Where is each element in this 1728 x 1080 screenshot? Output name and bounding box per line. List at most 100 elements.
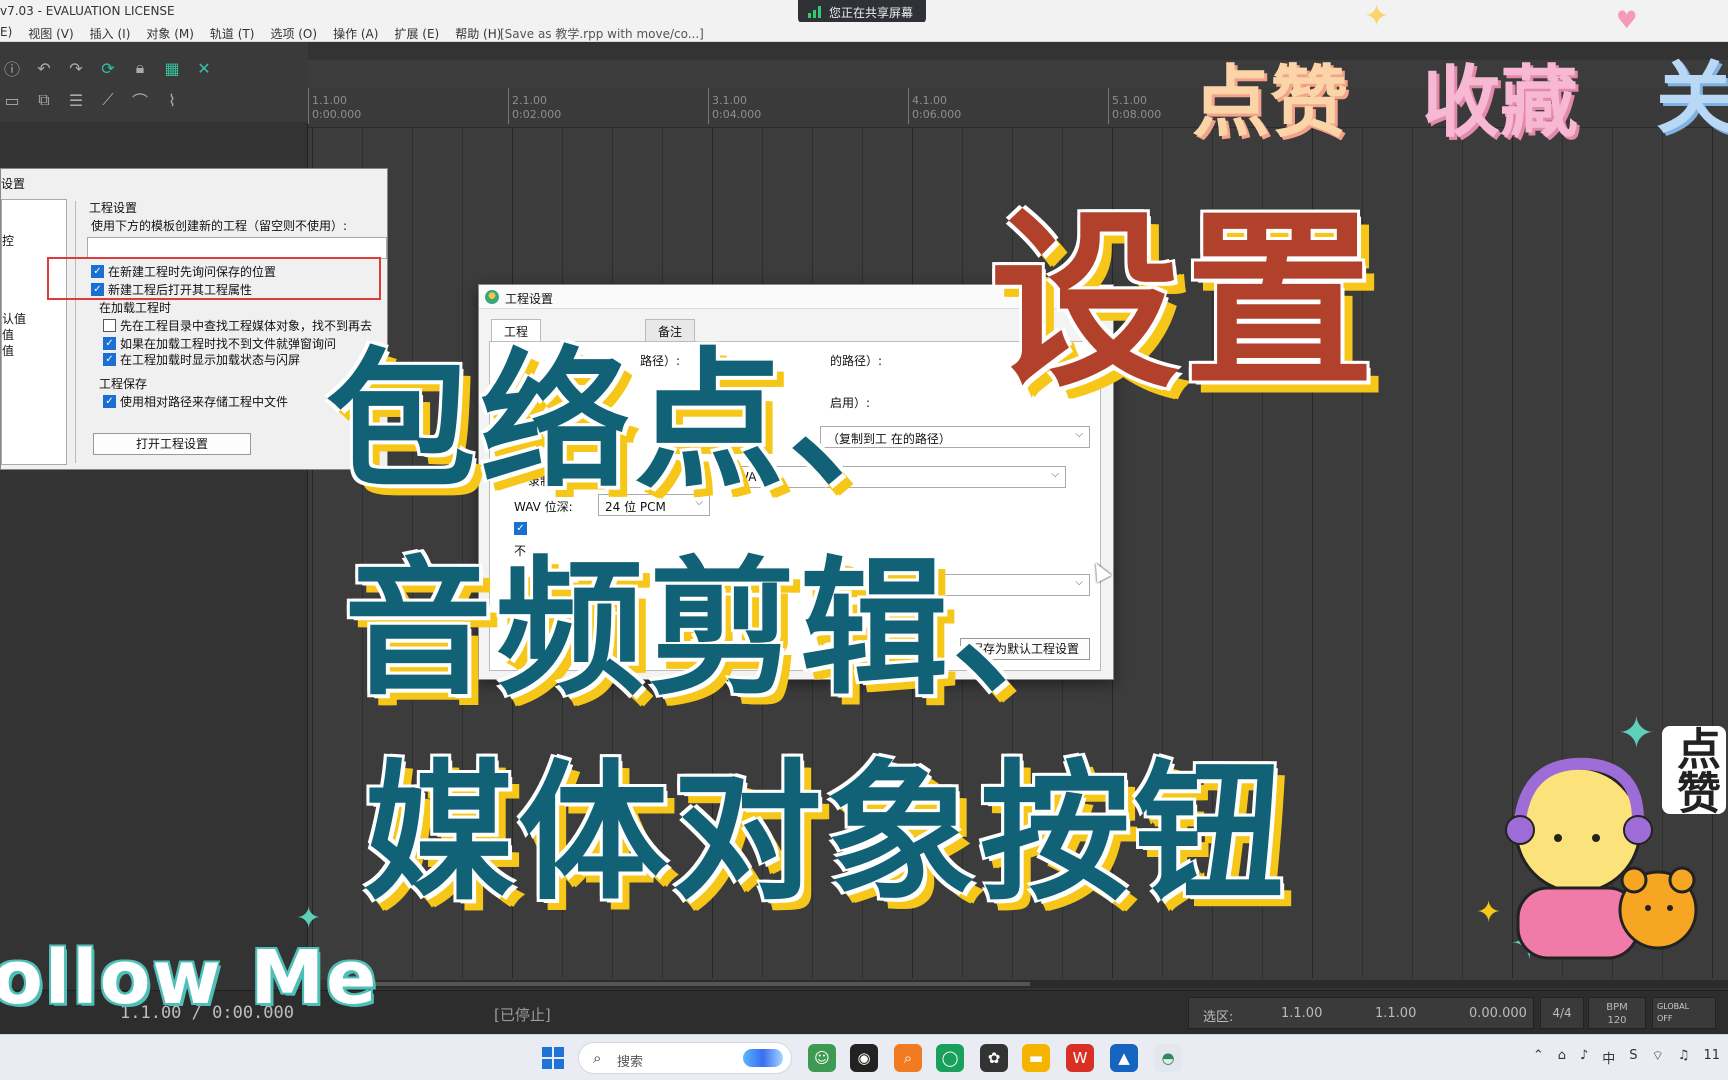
- scrollbar-thumb[interactable]: [330, 982, 1030, 986]
- tree-item[interactable]: 值: [2, 342, 14, 359]
- template-label: 使用下方的模板创建新的工程（留空则不使用）:: [91, 219, 348, 233]
- preferences-tree[interactable]: 控 认值 值 值: [1, 199, 67, 465]
- waveform-icon[interactable]: ⌇: [160, 88, 184, 112]
- chevron-up-icon[interactable]: ⌃: [1533, 1048, 1544, 1067]
- redo-icon[interactable]: ↷: [64, 56, 88, 80]
- sparkle-icon: ✦: [296, 901, 322, 936]
- media-app-icon[interactable]: ✿: [980, 1044, 1008, 1072]
- app-tray-icon[interactable]: S: [1629, 1048, 1637, 1067]
- screen-sharing-indicator[interactable]: 您正在共享屏幕: [798, 0, 926, 24]
- section-save-label: 工程保存: [99, 377, 148, 391]
- bpm-value[interactable]: 120: [1589, 1014, 1645, 1027]
- global-automation[interactable]: GLOBAL OFF: [1652, 997, 1716, 1029]
- follow-sticker: 关: [1656, 54, 1728, 144]
- wps-icon[interactable]: W: [1066, 1044, 1094, 1072]
- menu-options[interactable]: 选项 (O): [270, 25, 317, 42]
- ripple-icon[interactable]: ☰: [64, 88, 88, 112]
- photos-icon[interactable]: ▲: [1110, 1044, 1138, 1072]
- overlay-line1: 包络点、: [326, 335, 943, 509]
- ruler-marker: 5.1.00 0:08.000: [1108, 88, 1161, 124]
- ruler-marker: 3.1.00 0:04.000: [708, 88, 761, 124]
- checkbox-checked-icon[interactable]: ✓: [103, 395, 116, 408]
- menu-track[interactable]: 轨道 (T): [210, 25, 255, 42]
- taskbar-search[interactable]: ⌕ 搜索: [578, 1042, 792, 1074]
- menu-bar: E) 视图 (V) 插入 (I) 对象 (M) 轨道 (T) 选项 (O) 操作…: [0, 22, 1728, 42]
- like-sticker: 点赞: [1192, 58, 1349, 148]
- envelope-points-icon[interactable]: ⌒: [128, 88, 152, 112]
- window-icon[interactable]: ▭: [0, 88, 24, 112]
- clock[interactable]: 11: [1703, 1048, 1720, 1067]
- heart-icon: ♥: [1616, 6, 1638, 34]
- speaker-icon[interactable]: ♫: [1678, 1048, 1690, 1067]
- grid-line: [1412, 128, 1413, 978]
- menu-view[interactable]: 视图 (V): [28, 25, 73, 42]
- checkbox-checked-icon[interactable]: ✓: [103, 353, 116, 366]
- divider: [75, 201, 76, 463]
- play-state: [已停止]: [494, 1006, 551, 1024]
- favorite-sticker: 收藏: [1422, 58, 1579, 148]
- main-toolbar: ⓘ ↶ ↷ ⟳ 🔒︎ ▦ ✕ ▭ ⧉ ☰ ⟋ ⌒ ⌇: [0, 42, 308, 122]
- copilot-icon[interactable]: [743, 1049, 783, 1067]
- wechat-icon[interactable]: ☺: [808, 1044, 836, 1072]
- checkbox-checked-icon[interactable]: ✓: [103, 337, 116, 350]
- opt-missing-prompt[interactable]: ✓ 如果在加载工程时找不到文件就弹窗询问: [103, 335, 336, 352]
- sparkle-icon: ✦: [1364, 0, 1390, 34]
- network-icon[interactable]: ⌂: [1558, 1048, 1566, 1067]
- menu-actions[interactable]: 操作 (A): [333, 25, 378, 42]
- search-app-icon[interactable]: ⌕: [894, 1044, 922, 1072]
- selection-label: 选区:: [1203, 1010, 1234, 1025]
- lock-icon[interactable]: 🔒︎: [128, 56, 152, 80]
- selection-box[interactable]: 选区: 1.1.00 1.1.00 0.00.000: [1188, 997, 1534, 1029]
- tree-item[interactable]: 认值: [2, 310, 26, 327]
- signal-bars-icon: [808, 6, 821, 18]
- menu-extensions[interactable]: 扩展 (E): [394, 25, 439, 42]
- open-project-settings-button[interactable]: 打开工程设置: [93, 433, 251, 455]
- checkbox-icon[interactable]: [103, 319, 116, 332]
- menu-insert[interactable]: 插入 (I): [90, 25, 131, 42]
- grid-icon[interactable]: ▦: [160, 56, 184, 80]
- template-input[interactable]: [87, 237, 387, 259]
- undo-icon[interactable]: ↶: [32, 56, 56, 80]
- envelope-icon[interactable]: ⟋: [96, 88, 120, 112]
- save-as-status: [Save as 教学.rpp with move/co...]: [500, 27, 704, 41]
- selection-length[interactable]: 0.00.000: [1469, 1006, 1527, 1021]
- wifi-icon[interactable]: ⌔: [1652, 1048, 1664, 1067]
- group-icon[interactable]: ⧉: [32, 88, 56, 112]
- search-icon: ⌕: [593, 1049, 602, 1067]
- reaper-taskbar-icon[interactable]: ◓: [1154, 1044, 1182, 1072]
- ruler-marker: 1.1.00 0:00.000: [308, 88, 361, 124]
- ruler-marker: 2.1.00 0:02.000: [508, 88, 561, 124]
- selection-start[interactable]: 1.1.00: [1281, 1006, 1322, 1021]
- loop-icon[interactable]: ⟳: [96, 56, 120, 80]
- system-tray: ⌃ ⌂ ♪ 中 S ⌔ ♫ 11: [1533, 1048, 1720, 1067]
- menu-edit[interactable]: E): [0, 25, 12, 42]
- global-state[interactable]: OFF: [1657, 1013, 1711, 1025]
- ime-indicator[interactable]: 中: [1602, 1048, 1615, 1067]
- menu-help[interactable]: 帮助 (H): [455, 25, 501, 42]
- preferences-title: 设置: [1, 177, 26, 191]
- overlay-line3: 媒体对象按钮: [364, 747, 1289, 921]
- chevron-down-icon: ⌵: [1075, 429, 1083, 440]
- bpm-label: BPM: [1606, 1002, 1628, 1013]
- chat-app-icon[interactable]: ◯: [936, 1044, 964, 1072]
- bpm-box[interactable]: BPM 120: [1588, 997, 1646, 1029]
- overlay-line2: 音频剪辑、: [344, 543, 1104, 715]
- file-explorer-icon[interactable]: ▬: [1022, 1044, 1050, 1072]
- opt-relative-path[interactable]: ✓ 使用相对路径来存储工程中文件: [103, 393, 288, 410]
- overlay-line1-red: 设置: [990, 192, 1379, 413]
- selection-end[interactable]: 1.1.00: [1375, 1006, 1416, 1021]
- windows-taskbar: ⌕ 搜索 ☺ ◉ ⌕ ◯ ✿ ▬ W ▲ ◓ ⌃ ⌂ ♪ 中 S ⌔ ♫ 11: [0, 1034, 1728, 1080]
- chevron-down-icon: ⌵: [1051, 469, 1059, 480]
- tree-item[interactable]: 控: [2, 232, 14, 249]
- opt-show-status[interactable]: ✓ 在工程加载时显示加载状态与闪屏: [103, 351, 300, 368]
- tree-item[interactable]: 值: [2, 326, 14, 343]
- window-title: v7.03 - EVALUATION LICENSE: [0, 4, 175, 18]
- qq-icon[interactable]: ◉: [850, 1044, 878, 1072]
- windows-start-icon[interactable]: [542, 1047, 564, 1069]
- microphone-icon[interactable]: ♪: [1580, 1048, 1588, 1067]
- follow-me-text: ollow Me: [0, 935, 379, 1021]
- menu-item[interactable]: 对象 (M): [146, 25, 194, 42]
- time-signature[interactable]: 4/4: [1540, 997, 1584, 1029]
- crossfade-icon[interactable]: ✕: [192, 56, 216, 80]
- info-icon[interactable]: ⓘ: [0, 56, 24, 80]
